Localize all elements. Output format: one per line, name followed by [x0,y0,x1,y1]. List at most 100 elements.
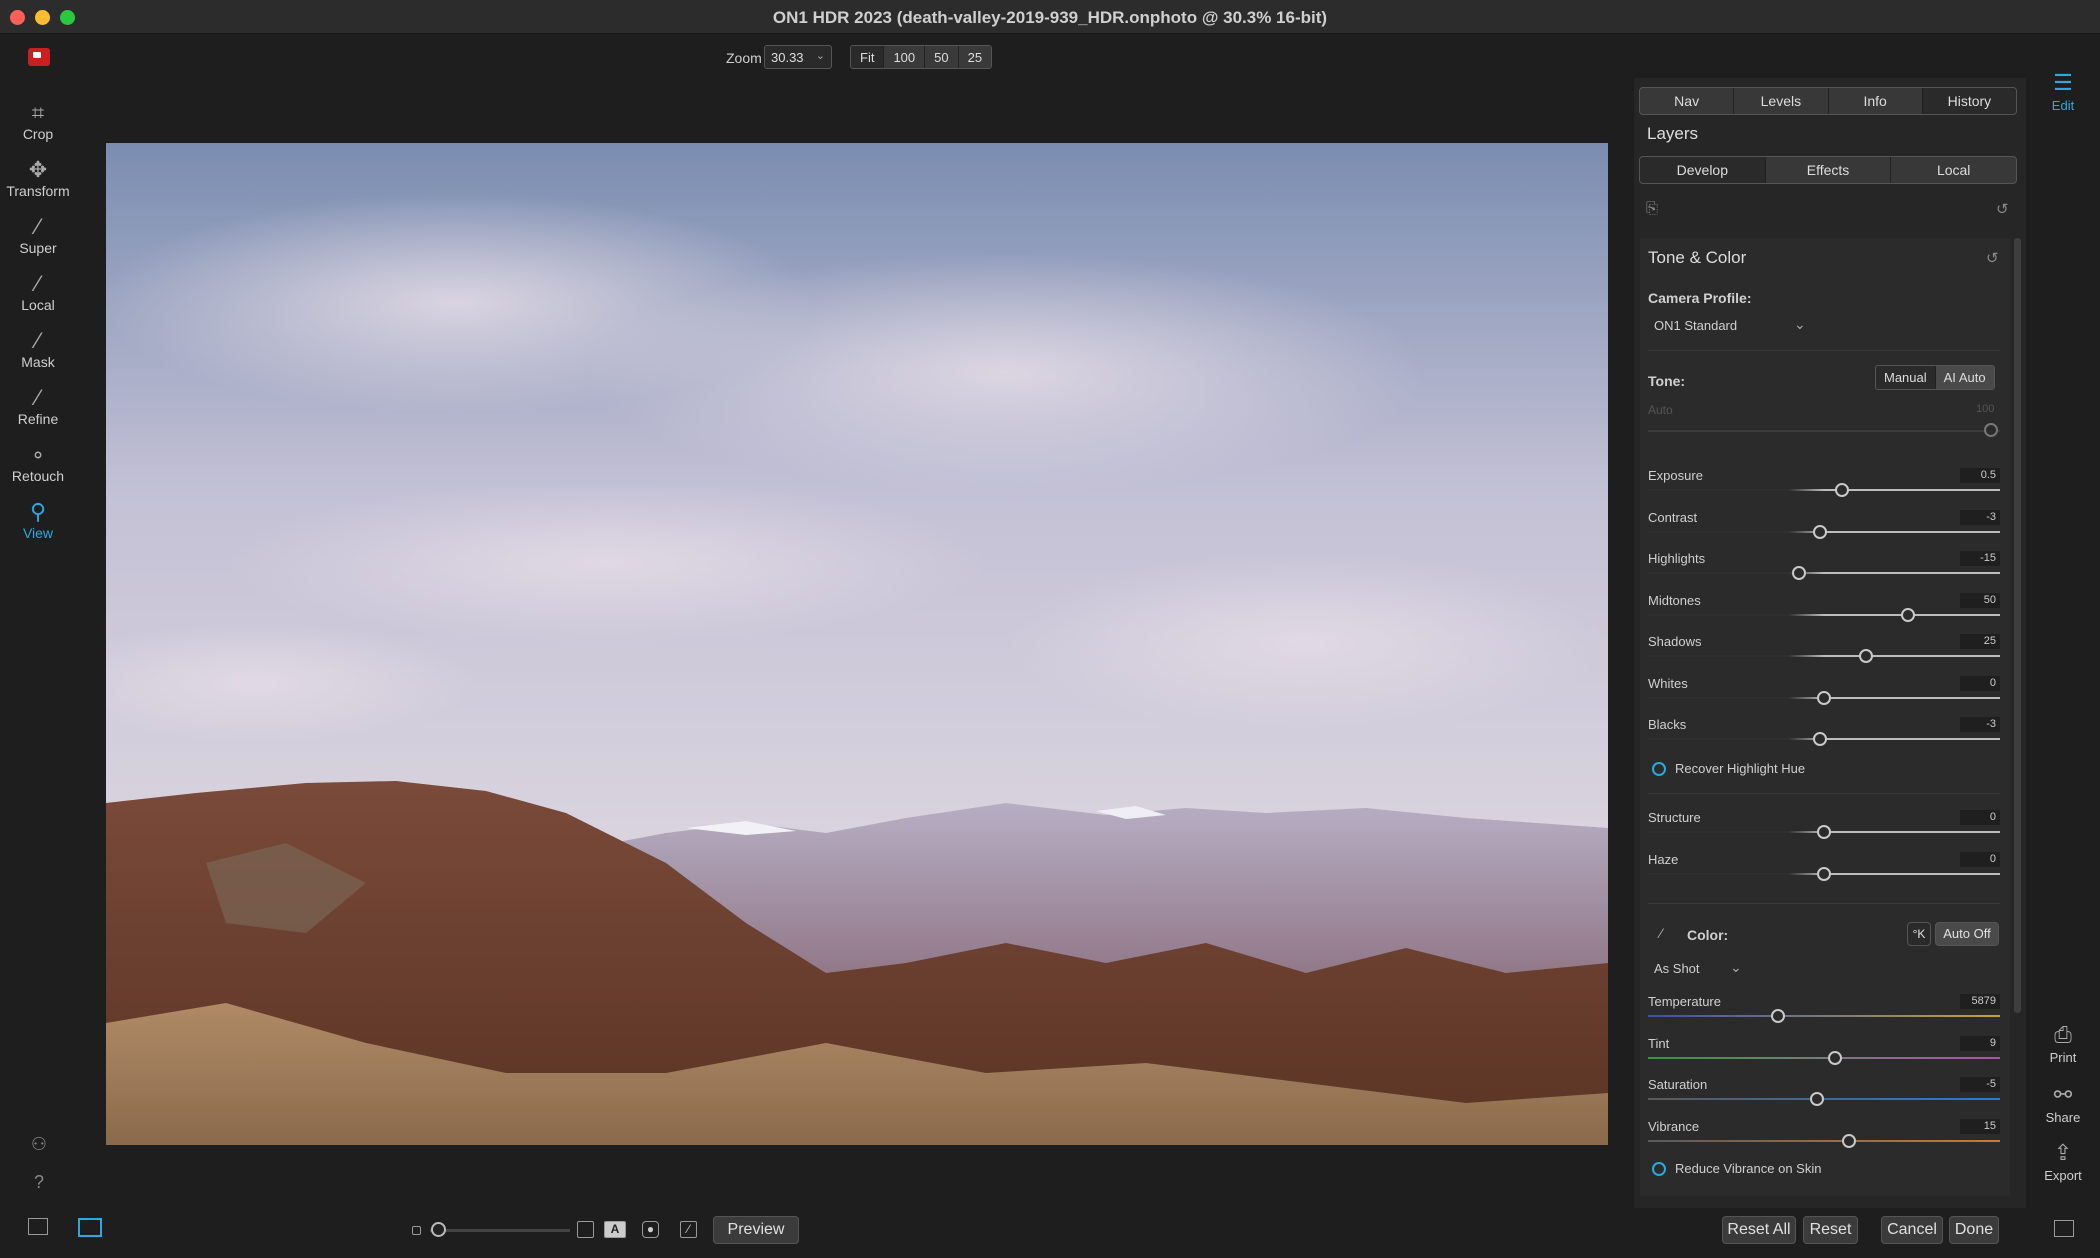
reset-panel-icon[interactable]: ↺ [1996,200,2009,218]
midtones-value[interactable]: 50 [1960,592,2000,608]
tab-develop[interactable]: Develop [1640,157,1766,183]
app-window: ON1 HDR 2023 (death-valley-2019-939_HDR.… [0,0,2100,1258]
tool-refine[interactable]: ⁄ Refine [0,385,76,442]
tool-retouch[interactable]: ∘ Retouch [0,442,76,499]
tab-levels[interactable]: Levels [1734,88,1829,114]
structure-value[interactable]: 0 [1960,810,2000,825]
section-title[interactable]: Tone & Color [1648,248,1746,268]
thumbnail-size-slider-track[interactable] [430,1229,570,1232]
auto-view-icon[interactable]: A [604,1221,626,1238]
panel-scrollbar[interactable] [2014,238,2021,1013]
saturation-value[interactable]: -5 [1960,1077,2000,1092]
saturation-label: Saturation [1648,1077,1708,1092]
crop-icon: ⌗ [31,100,45,125]
tint-slider-track[interactable] [1648,1056,2000,1059]
zoom-fit-button[interactable]: Fit [851,46,885,68]
tab-effects[interactable]: Effects [1766,157,1892,183]
compare-view-icon[interactable]: ⁄ [680,1221,697,1238]
highlights-slider-track[interactable] [1648,572,2000,574]
toggle-left-panel-icon[interactable] [28,1218,48,1235]
whites-slider-knob[interactable] [1817,690,1831,705]
tool-view[interactable]: ⚲ View [0,499,76,556]
toggle-right-panel-icon[interactable] [2054,1220,2074,1237]
structure-slider-knob[interactable] [1817,825,1831,839]
vibrance-label: Vibrance [1648,1118,1700,1134]
chevron-down-icon: ⌄ [815,50,825,62]
tone-manual-button[interactable]: Manual [1876,366,1935,389]
tint-slider-knob[interactable] [1827,1050,1842,1065]
contrast-value[interactable]: -3 [1960,509,2000,525]
user-icon[interactable]: ⚇ [28,1134,50,1155]
print-icon: ⎙ [2054,1022,2072,1047]
thumbnail-size-slider-knob[interactable] [431,1222,446,1237]
rail-export[interactable]: ⇪ Export [2028,1140,2098,1183]
tool-crop[interactable]: ⌗ Crop [0,100,76,157]
whites-value[interactable]: 0 [1960,675,2000,691]
color-auto-off-button[interactable]: Auto Off [1935,922,1999,946]
reset-all-button[interactable]: Reset All [1722,1216,1796,1244]
structure-label: Structure [1648,810,1701,825]
layers-heading[interactable]: Layers [1647,124,1698,144]
contrast-slider-knob[interactable] [1813,524,1828,539]
vibrance-value[interactable]: 15 [1960,1118,2000,1134]
highlights-value[interactable]: -15 [1960,551,2000,566]
whites-label: Whites [1648,675,1688,691]
tab-local[interactable]: Local [1891,157,2016,183]
chevron-down-icon[interactable]: ⌄ [1730,959,1742,976]
tool-mask[interactable]: ⁄ Mask [0,328,76,385]
vibrance-slider-knob[interactable] [1841,1133,1856,1148]
auto-slider-label: Auto [1648,403,1673,417]
tint-value[interactable]: 9 [1960,1035,2000,1051]
tool-local[interactable]: ⁄ Local [0,271,76,328]
exposure-slider-knob[interactable] [1834,483,1849,497]
recover-highlight-hue-checkbox[interactable] [1652,762,1666,776]
midtones-slider-track[interactable] [1648,613,2000,616]
done-button[interactable]: Done [1949,1216,1999,1244]
chevron-down-icon[interactable]: ⌄ [1794,316,1806,333]
haze-slider-knob[interactable] [1817,867,1831,881]
saturation-slider-track[interactable] [1648,1098,2000,1100]
zoom-100-button[interactable]: 100 [884,46,926,68]
reset-button[interactable]: Reset [1803,1216,1858,1244]
midtones-slider-knob[interactable] [1901,607,1916,622]
tab-nav[interactable]: Nav [1640,88,1735,114]
section-reset-icon[interactable]: ↺ [1986,249,1999,267]
shadows-slider-track[interactable] [1648,655,2000,657]
zoom-label: Zoom [726,50,762,66]
rail-print[interactable]: ⎙ Print [2028,1022,2098,1065]
eyedropper-icon[interactable]: ⁄ [1660,925,1662,941]
presets-icon[interactable]: ⎘ [1646,200,1658,217]
exposure-slider-track[interactable] [1648,489,2000,491]
temperature-value[interactable]: 5879 [1960,994,2000,1009]
tone-ai-auto-button[interactable]: AI Auto [1934,366,1994,389]
blacks-value[interactable]: -3 [1960,717,2000,732]
exposure-value[interactable]: 0.5 [1960,468,2000,483]
preview-button[interactable]: Preview [713,1216,799,1244]
kelvin-button[interactable]: °K [1907,922,1931,946]
shadows-value[interactable]: 25 [1960,634,2000,649]
zoom-select[interactable]: 30.33 ⌄ [764,45,832,69]
haze-value[interactable]: 0 [1960,852,2000,867]
temperature-slider-track[interactable] [1648,1015,2000,1017]
photo-canvas[interactable] [106,143,1608,1145]
divider [1648,350,2000,351]
tool-transform[interactable]: ✥ Transform [0,157,76,214]
tab-history[interactable]: History [1922,88,2016,114]
vibrance-slider-track[interactable] [1648,1139,2000,1142]
tool-super[interactable]: ⁄ Super [0,214,76,271]
exposure-label: Exposure [1648,468,1703,483]
rail-edit[interactable]: ☰ Edit [2028,70,2098,113]
tab-info[interactable]: Info [1829,88,1923,114]
mask-overlay-icon[interactable]: ● [642,1221,659,1238]
white-balance-select[interactable]: As Shot [1654,961,1700,976]
reduce-vibrance-checkbox[interactable] [1652,1162,1666,1176]
tone-mode-toggle: Manual AI Auto [1875,365,1995,390]
camera-profile-select[interactable]: ON1 Standard [1654,318,1737,333]
saturation-slider-knob[interactable] [1809,1092,1824,1106]
zoom-25-button[interactable]: 25 [958,46,992,68]
rail-share[interactable]: ⚯ Share [2028,1082,2098,1125]
zoom-50-button[interactable]: 50 [925,46,959,68]
single-view-icon[interactable] [78,1218,102,1237]
cancel-button[interactable]: Cancel [1881,1216,1943,1244]
help-icon[interactable]: ? [28,1172,50,1193]
